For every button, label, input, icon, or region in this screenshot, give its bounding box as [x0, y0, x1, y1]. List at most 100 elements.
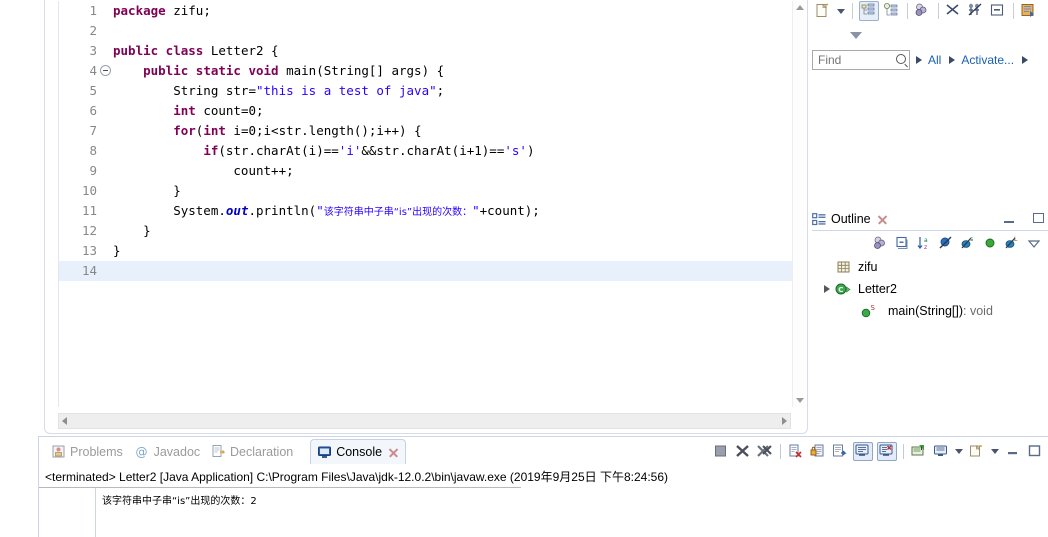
find-all-link[interactable]: All [928, 53, 941, 67]
tab-label: Console [336, 445, 383, 459]
code-line[interactable]: 9 count++; [59, 161, 805, 181]
code-content[interactable]: 1 package zifu; 2 3 public class Letter2 {4 … [59, 1, 805, 407]
link-with-editor-icon[interactable] [859, 1, 879, 21]
outline-tab-label: Outline [831, 212, 871, 226]
restore-icon[interactable] [1020, 2, 1038, 20]
code-line[interactable]: 8 if(str.charAt(i)=='i'&&str.charAt(i+1)… [59, 141, 805, 161]
magnifier-icon[interactable] [896, 54, 906, 64]
tab-javadoc[interactable]: @ Javadoc [129, 439, 207, 464]
view-menu-icon[interactable] [1026, 235, 1044, 252]
minimize-icon[interactable] [989, 2, 1007, 20]
code-line[interactable]: 7 for(int i=0;i<str.length();i++) { [59, 121, 805, 141]
line-number: 10 [81, 183, 97, 198]
console-body[interactable]: <terminated> Letter2 [Java Application] … [39, 465, 1048, 537]
outline-tree-item[interactable]: zifu [812, 256, 1048, 278]
open-console-dropdown-icon[interactable] [955, 448, 963, 454]
more-arrow-icon[interactable] [1022, 56, 1029, 64]
all-arrow-icon[interactable] [916, 56, 922, 64]
code-token: &&str.charAt(i+1)== [361, 143, 505, 158]
hide-static-icon[interactable]: s [960, 235, 978, 252]
code-line[interactable]: 4 public static void main(String[] args)… [59, 61, 805, 81]
code-line[interactable]: 2 [59, 21, 805, 41]
minimize-icon[interactable] [1004, 215, 1014, 223]
outline-tree-item[interactable]: C Letter2 [812, 278, 1048, 300]
scroll-down-arrow-icon[interactable] [796, 398, 804, 403]
hide-local-types-icon[interactable]: L [1004, 235, 1022, 252]
focus-on-selection-icon[interactable] [872, 235, 890, 252]
expand-twisty-icon[interactable] [824, 285, 830, 293]
tab-declaration[interactable]: Declaration [205, 439, 299, 464]
code-token: 该字符串中子串 [323, 207, 394, 218]
display-selected-console-icon[interactable] [932, 443, 950, 460]
code-token: ) [526, 143, 535, 158]
editor-vertical-scrollbar[interactable] [792, 1, 806, 407]
console-launch-header: <terminated> Letter2 [Java Application] … [39, 465, 668, 488]
code-line[interactable]: 10 } [59, 181, 805, 201]
collapse-all-icon[interactable] [894, 235, 912, 252]
line-number: 4 [89, 63, 97, 78]
outline-item-label: main(String[]) [888, 304, 964, 318]
code-line[interactable]: 6 int count=0; [59, 101, 805, 121]
maximize-icon[interactable] [1026, 443, 1044, 460]
code-line[interactable]: 12 } [59, 221, 805, 241]
activate-link[interactable]: Activate... [961, 53, 1014, 67]
activate-arrow-icon[interactable] [949, 56, 956, 64]
close-icon[interactable] [388, 447, 399, 458]
new-dropdown-caret-icon[interactable] [837, 8, 845, 14]
scroll-up-arrow-icon[interactable] [796, 5, 804, 10]
code-line[interactable]: 13} [59, 241, 805, 261]
minimize-icon[interactable] [1004, 443, 1022, 460]
code-line[interactable]: 11 System.out.println("该字符串中子串“is”出现的次数：… [59, 201, 805, 221]
view-menu-caret-icon[interactable] [850, 31, 862, 39]
word-wrap-icon[interactable] [831, 443, 849, 460]
scroll-lock-icon[interactable] [809, 443, 827, 460]
collapse-all-icon[interactable] [914, 2, 932, 20]
code-token: 出现的次数： [412, 207, 473, 218]
compare-icon[interactable] [967, 2, 985, 20]
remove-all-terminated-icon[interactable] [756, 443, 774, 460]
code-token: System. [113, 203, 226, 218]
maximize-icon[interactable] [1033, 213, 1044, 223]
terminate-icon[interactable] [712, 443, 730, 460]
line-number: 14 [81, 263, 97, 278]
cut-icon[interactable] [945, 2, 963, 20]
pin-console-icon[interactable] [877, 441, 897, 461]
code-line[interactable]: 5 String str="this is a test of java"; [59, 81, 805, 101]
code-token: String str= [113, 83, 256, 98]
outline-tree[interactable]: zifu C Letter2 Smain(String[]) : void [812, 256, 1048, 322]
editor-horizontal-scrollbar[interactable] [58, 413, 791, 429]
tab-console[interactable]: Console [310, 439, 407, 464]
outline-tree-item[interactable]: Smain(String[]) : void [812, 300, 1048, 322]
code-line[interactable]: 1 package zifu; [59, 1, 805, 21]
line-number: 13 [81, 243, 97, 258]
editor-text-area[interactable]: 1 package zifu; 2 3 public class Letter2 {4 … [58, 1, 805, 407]
open-console-icon[interactable] [910, 443, 928, 460]
show-console-on-output-icon[interactable] [853, 441, 873, 461]
hide-fields-icon[interactable] [938, 235, 956, 252]
scroll-right-arrow-icon[interactable] [782, 417, 787, 425]
problems-icon [51, 444, 66, 459]
find-input-wrapper [812, 50, 910, 70]
line-number: 5 [89, 83, 97, 98]
scroll-left-arrow-icon[interactable] [62, 417, 67, 425]
tab-outline[interactable]: Outline [812, 208, 888, 230]
outline-icon [812, 212, 826, 226]
clear-console-icon[interactable] [787, 443, 805, 460]
code-fold-toggle-icon[interactable] [100, 65, 111, 76]
line-number: 9 [89, 163, 97, 178]
console-toolbar [710, 439, 1046, 463]
tab-problems[interactable]: Problems [45, 439, 129, 464]
close-icon[interactable] [877, 214, 888, 225]
code-token: int [173, 103, 196, 118]
toolbar-separator [780, 443, 781, 459]
new-console-view-icon[interactable] [968, 443, 986, 460]
new-console-dropdown-icon[interactable] [991, 448, 999, 454]
code-line[interactable]: 3 public class Letter2 { [59, 41, 805, 61]
svg-text:z: z [924, 244, 927, 251]
code-line[interactable]: 14 [59, 261, 805, 281]
remove-launch-icon[interactable] [734, 443, 752, 460]
hide-non-public-icon[interactable] [982, 235, 1000, 252]
focus-on-active-task-icon[interactable] [883, 2, 901, 20]
new-java-file-icon[interactable] [814, 2, 832, 20]
sort-alphabetically-icon[interactable]: a z [916, 235, 934, 252]
